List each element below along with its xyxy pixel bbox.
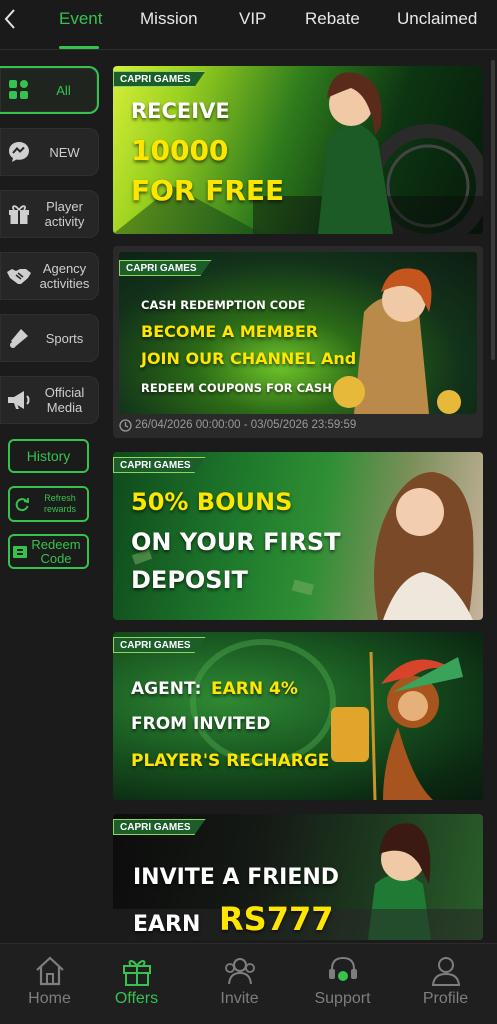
promo-banner-receive[interactable]: CAPRI GAMES RECEIVE 10000 FOR FREE (113, 66, 483, 234)
sidebar-item-label: All (56, 82, 71, 98)
grid-icon (4, 77, 34, 103)
banner-line-highlight: JOIN OUR CHANNEL And (141, 349, 357, 368)
event-date-range: 26/04/2026 00:00:00 - 03/05/2026 23:59:5… (135, 419, 357, 431)
nav-label: Home (28, 990, 71, 1007)
sidebar-item-sports[interactable]: Sports (0, 314, 99, 362)
refresh-icon (14, 496, 34, 512)
people-icon (222, 954, 258, 988)
category-sidebar: All NEW Player activity Agency activitie… (0, 58, 106, 942)
history-button[interactable]: History (8, 439, 89, 473)
brand-tag: CAPRI GAMES (113, 819, 206, 835)
nav-label: Profile (422, 990, 469, 1007)
brand-tag: CAPRI GAMES (113, 637, 206, 653)
person-icon (428, 954, 464, 988)
brand-tag: CAPRI GAMES (113, 457, 206, 473)
sidebar-item-label: Agency activities (39, 261, 90, 291)
megaphone-icon (4, 387, 34, 413)
sidebar-item-new[interactable]: NEW (0, 128, 99, 176)
tab-vip[interactable]: VIP (239, 9, 266, 29)
banner-line: DEPOSIT (131, 566, 248, 594)
sidebar-item-label: Sports (45, 330, 84, 346)
nav-home[interactable]: Home (0, 944, 99, 1024)
banner-line: ON YOUR FIRST (131, 528, 341, 556)
banner-line: CASH REDEMPTION CODE (141, 298, 306, 312)
banner-line: AGENT: (131, 679, 202, 699)
brand-tag: CAPRI GAMES (113, 71, 206, 87)
clock-icon (119, 418, 135, 432)
chat-bubble-icon (4, 139, 34, 165)
sidebar-item-all[interactable]: All (0, 66, 99, 114)
tab-mission[interactable]: Mission (140, 9, 198, 29)
refresh-rewards-label: Refresh rewards (43, 493, 76, 514)
active-tab-indicator (59, 46, 99, 49)
redeem-code-label: Redeem Code (31, 536, 81, 566)
banner-line-highlight: 10000 (131, 134, 229, 167)
sidebar-item-label: Official Media (44, 385, 85, 415)
banner-line-highlight: FOR FREE (131, 174, 285, 207)
gift-icon (4, 201, 34, 227)
banner-line-highlight: PLAYER'S RECHARGE (131, 751, 330, 771)
app-root: Event Mission VIP Rebate Unclaimed All N… (0, 0, 497, 1024)
nav-offers[interactable]: Offers (87, 944, 186, 1024)
banner-line: INVITE A FRIEND (133, 865, 340, 890)
sports-icon (4, 325, 34, 351)
nav-invite[interactable]: Invite (190, 944, 289, 1024)
banner-line-highlight: 50% BOUNS (131, 488, 293, 516)
tab-rebate[interactable]: Rebate (305, 9, 360, 29)
chevron-left-icon[interactable] (0, 8, 20, 32)
handshake-icon (4, 263, 34, 289)
brand-tag: CAPRI GAMES (119, 260, 212, 276)
nav-label: Invite (220, 990, 259, 1007)
sidebar-item-official-media[interactable]: Official Media (0, 376, 99, 424)
home-icon (32, 954, 68, 988)
banner-line-highlight: BECOME A MEMBER (141, 322, 319, 341)
promo-banner-agent[interactable]: CAPRI GAMES AGENT: EARN 4% FROM INVITED … (113, 632, 483, 800)
banner-line: RECEIVE (131, 99, 230, 123)
banner-line-highlight: EARN 4% (211, 679, 298, 699)
refresh-rewards-button[interactable]: Refresh rewards (8, 486, 89, 522)
sidebar-item-label: NEW (49, 144, 80, 160)
nav-label: Offers (114, 990, 159, 1007)
tab-event[interactable]: Event (59, 9, 102, 29)
banner-line-highlight: RS777 (219, 900, 334, 938)
promo-banner-redemption[interactable]: CAPRI GAMES CASH REDEMPTION CODE BECOME … (113, 246, 483, 438)
banner-line: FROM INVITED (131, 714, 271, 734)
sidebar-item-agency-activities[interactable]: Agency activities (0, 252, 99, 300)
sidebar-item-label: Player activity (44, 199, 85, 229)
gift-icon (119, 954, 155, 988)
banner-line: REDEEM COUPONS FOR CASH (141, 381, 332, 395)
nav-support[interactable]: Support (293, 944, 392, 1024)
headset-icon (325, 954, 361, 988)
nav-profile[interactable]: Profile (396, 944, 495, 1024)
bottom-nav: Home Offers Invite Support Profile (0, 943, 497, 1024)
nav-label: Support (314, 990, 371, 1007)
banner-art: CAPRI GAMES CASH REDEMPTION CODE BECOME … (119, 252, 477, 414)
promo-banner-deposit[interactable]: CAPRI GAMES 50% BOUNS ON YOUR FIRST DEPO… (113, 452, 483, 620)
tab-unclaimed[interactable]: Unclaimed (397, 9, 477, 29)
top-tab-bar: Event Mission VIP Rebate Unclaimed (0, 0, 497, 50)
sidebar-item-player-activity[interactable]: Player activity (0, 190, 99, 238)
scrollbar[interactable] (491, 60, 495, 360)
event-date-row: 26/04/2026 00:00:00 - 03/05/2026 23:59:5… (119, 417, 356, 433)
redeem-code-button[interactable]: Redeem Code (8, 534, 89, 569)
promo-banner-invite[interactable]: CAPRI GAMES INVITE A FRIEND EARN RS777 (113, 814, 483, 940)
ticket-icon (13, 545, 31, 558)
banner-line: EARN (133, 912, 201, 937)
